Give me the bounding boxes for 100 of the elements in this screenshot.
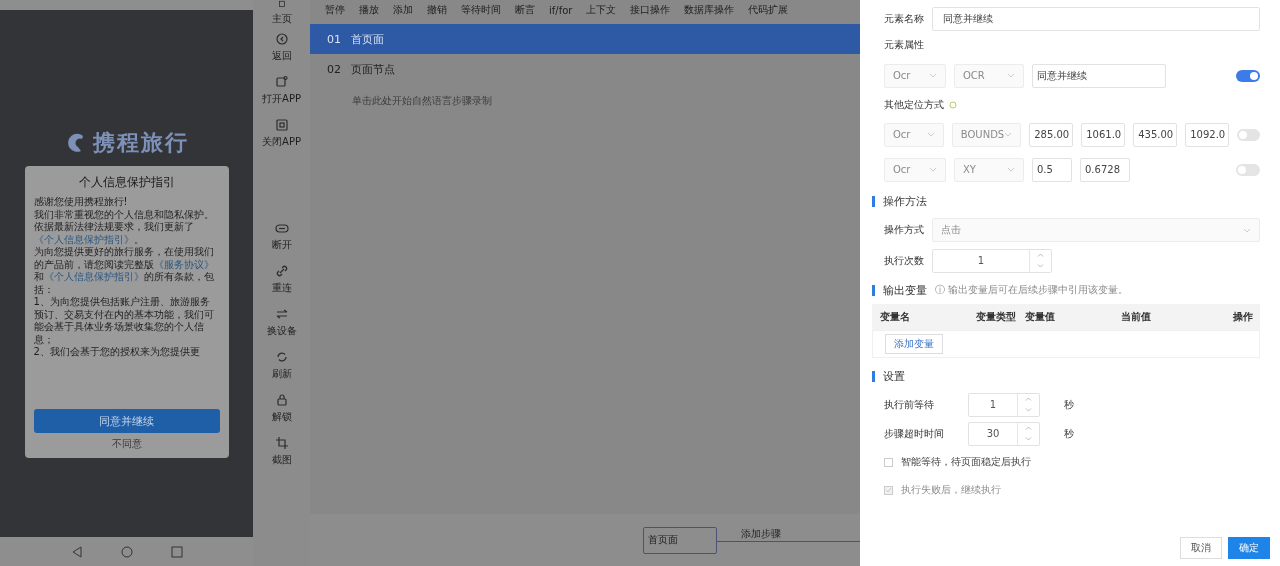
dialog-title: 个人信息保护指引 — [77, 174, 176, 191]
text-field[interactable]: 1061.0 — [1081, 122, 1126, 147]
toggle-switch[interactable] — [1236, 69, 1260, 82]
chevron-down-icon — [1004, 132, 1013, 137]
step-row[interactable]: 02 页面节点 — [310, 54, 860, 84]
field-label: 执行次数 — [884, 253, 924, 268]
toolbar-button[interactable]: 代码扩展 — [741, 3, 796, 17]
back-icon[interactable] — [70, 545, 83, 558]
home-icon[interactable] — [120, 545, 133, 558]
pill-icon — [274, 221, 289, 235]
dialog-paragraph: 为向您提供更好的旅行服务，在使用我们的产品前，请您阅读完整版《服务协议》 和《个人信息保护指引》的所有条款，包括： — [33, 246, 215, 296]
dialog-paragraph: 感谢您使用携程旅行! — [33, 196, 129, 209]
text-field[interactable]: 1092.0 — [1185, 122, 1230, 147]
column-header: 变量名 — [880, 310, 911, 324]
unit-label: 秒 — [1064, 426, 1074, 441]
toolbar-button[interactable]: 数据库操作 — [677, 3, 742, 17]
dialog-paragraph: 2、我们会基于您的授权来为您提供更 — [33, 346, 201, 359]
field-label: 其他定位方式 — [884, 98, 944, 112]
select-field[interactable]: XY — [954, 157, 1024, 182]
toggle-switch[interactable] — [1237, 128, 1260, 141]
column-header: 变量类型 — [976, 310, 1017, 324]
toolbar-button[interactable]: 上下文 — [579, 3, 624, 17]
unit-label: 秒 — [1064, 397, 1074, 412]
text-field[interactable]: 285.00 — [1029, 122, 1074, 147]
toolbar-button[interactable]: if/for — [542, 4, 580, 16]
chevron-up-icon — [1025, 397, 1032, 401]
select-field[interactable]: Ocr — [884, 122, 944, 147]
policy-link[interactable]: 《服务协议》 — [153, 258, 214, 270]
number-field[interactable]: 1 — [968, 392, 1040, 417]
text-field[interactable]: 0.5 — [1032, 157, 1072, 182]
add-variable-button[interactable]: 添加变量 — [885, 334, 943, 354]
number-field[interactable]: 1 — [932, 248, 1052, 273]
dialog-paragraph: 我们非常重视您的个人信息和隐私保护。依据最新法律法规要求，我们更新了 《个人信息保护指引》。 — [33, 208, 215, 246]
chevron-down-icon — [1025, 408, 1032, 412]
chevron-down-icon — [1007, 167, 1015, 172]
chevron-down-icon — [1243, 227, 1251, 233]
tool-button[interactable]: 断开 — [255, 215, 308, 258]
flow-node[interactable]: 首页面 — [643, 526, 717, 554]
cancel-button[interactable]: 取消 — [1180, 537, 1222, 559]
toggle-switch[interactable] — [1236, 163, 1260, 176]
policy-link[interactable]: 《个人信息保护指引》 — [33, 233, 134, 245]
toolbar-button[interactable]: 等待时间 — [454, 3, 508, 17]
tool-button[interactable]: 解锁 — [255, 387, 308, 430]
section-title: 操作方法 — [883, 193, 927, 209]
tool-button[interactable]: 主页 — [255, 0, 308, 26]
toolbar-button[interactable]: 添加 — [386, 3, 420, 17]
policy-link[interactable]: 《个人信息保护指引》 — [43, 271, 144, 282]
text-field[interactable]: 435.00 — [1133, 122, 1178, 147]
text-field[interactable]: 同意并继续 — [932, 7, 1260, 31]
step-hint[interactable]: 单击此处开始自然语言步骤录制 — [352, 94, 492, 108]
chevron-down-icon — [1025, 437, 1032, 441]
chevron-down-icon — [1037, 264, 1044, 268]
field-label: 元素名称 — [884, 12, 924, 26]
tool-button[interactable]: 返回 — [255, 26, 308, 69]
column-header: 当前值 — [1121, 310, 1152, 324]
field-label: 步骤超时时间 — [884, 426, 945, 441]
step-row[interactable]: 01 首页面 — [310, 24, 860, 54]
recents-icon[interactable] — [170, 545, 183, 558]
select-field[interactable]: OCR — [954, 63, 1024, 88]
field-label: 元素属性 — [884, 38, 924, 52]
select-field[interactable]: 点击 — [932, 218, 1260, 242]
edge-label: 添加步骤 — [741, 526, 781, 541]
column-header: 变量值 — [1025, 310, 1056, 324]
chevron-down-icon — [926, 132, 935, 137]
chevron-up-icon — [1025, 426, 1032, 430]
tool-button[interactable]: 换设备 — [255, 301, 308, 344]
chevron-down-icon — [1007, 73, 1015, 78]
toolbar-button[interactable]: 播放 — [352, 3, 386, 17]
checkbox-option[interactable]: 智能等待，待页面稳定后执行 — [884, 448, 1260, 476]
text-field[interactable]: 0.6728 — [1080, 157, 1130, 182]
section-title: 设置 — [883, 368, 905, 384]
swap-icon — [274, 307, 289, 321]
section-title: 输出变量 — [883, 282, 927, 298]
back-icon — [274, 32, 289, 46]
refresh-icon — [274, 350, 289, 364]
tool-button[interactable]: 刷新 — [255, 344, 308, 387]
tool-button[interactable]: 截图 — [255, 430, 308, 473]
select-field[interactable]: Ocr — [884, 157, 946, 182]
tool-button[interactable]: 重连 — [255, 258, 308, 301]
link-icon — [274, 264, 289, 278]
toolbar-button[interactable]: 断言 — [508, 3, 542, 17]
hint-text: ⓘ 输出变量后可在后续步骤中引用该变量。 — [935, 283, 1129, 297]
tool-button[interactable]: 关闭APP — [255, 112, 308, 155]
select-field[interactable]: BOUNDS — [951, 122, 1022, 147]
confirm-button[interactable]: 确定 — [1228, 537, 1270, 559]
number-field[interactable]: 30 — [968, 421, 1040, 446]
disagree-link[interactable]: 不同意 — [33, 436, 220, 452]
tool-button[interactable]: 打开APP — [255, 69, 308, 112]
window-icon — [274, 75, 289, 89]
lock-icon — [274, 393, 289, 407]
column-header: 操作 — [1233, 310, 1254, 324]
agree-button[interactable]: 同意并继续 — [33, 409, 220, 433]
field-label: 操作方式 — [884, 223, 924, 237]
text-field[interactable]: 同意并继续 — [1032, 63, 1166, 88]
select-field[interactable]: Ocr — [884, 63, 946, 88]
toolbar-button[interactable]: 撤销 — [420, 3, 454, 17]
toolbar-button[interactable]: 暂停 — [318, 3, 352, 17]
field-label: 执行前等待 — [884, 397, 935, 412]
toolbar-button[interactable]: 接口操作 — [623, 3, 678, 17]
chevron-down-icon — [929, 167, 937, 172]
